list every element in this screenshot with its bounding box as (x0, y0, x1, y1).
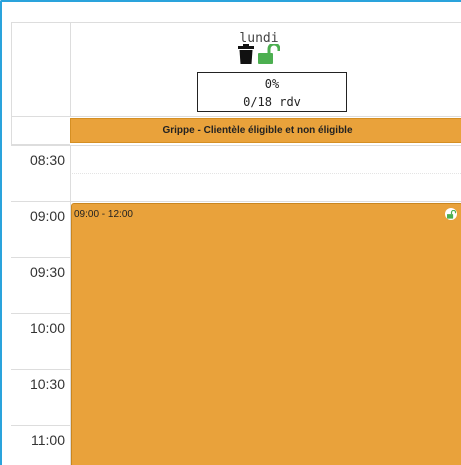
time-label: 09:00 (29, 208, 65, 224)
event-time-range: 09:00 - 12:00 (74, 209, 133, 220)
day-actions (238, 42, 281, 69)
time-label: 09:30 (29, 264, 65, 280)
trash-icon[interactable] (238, 44, 254, 69)
header-gutter (11, 22, 70, 117)
time-label: 10:30 (29, 376, 65, 392)
appointment-stats-box: 0% 0/18 rdv (197, 72, 347, 112)
day-column-header: lundi 0% 0/18 rdv (70, 22, 461, 117)
slot-divider (11, 201, 461, 202)
slot-divider (70, 173, 461, 174)
time-label: 10:00 (29, 320, 65, 336)
fill-percentage: 0% (264, 77, 280, 91)
time-grid: 08:30 09:00 09:30 10:00 10:30 11:00 09:0… (11, 145, 461, 465)
unlock-icon[interactable] (258, 42, 281, 69)
time-label: 11:00 (31, 432, 65, 448)
all-day-event[interactable]: Grippe - Clientèle éligible et non éligi… (70, 118, 461, 143)
unlock-icon[interactable] (445, 208, 457, 220)
appointment-count: 0/18 rdv (243, 95, 301, 109)
time-label: 08:30 (29, 152, 65, 168)
calendar-frame: lundi 0% 0/18 rdv Grippe - Clientèle éli (0, 0, 461, 465)
calendar-event[interactable]: 09:00 - 12:00 (71, 203, 461, 465)
all-day-gutter (11, 117, 70, 145)
slot-divider (11, 145, 461, 146)
